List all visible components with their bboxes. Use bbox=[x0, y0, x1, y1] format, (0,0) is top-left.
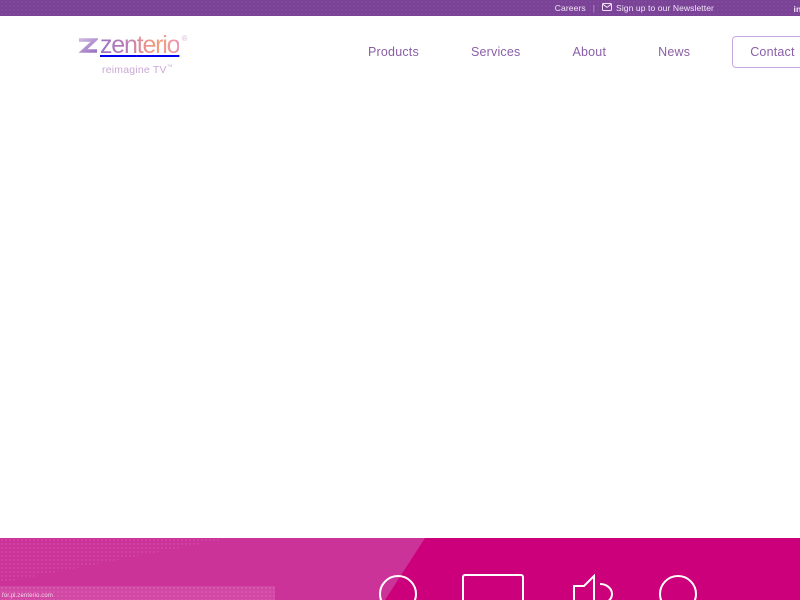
topbar-separator: | bbox=[592, 2, 596, 13]
logo-wordmark: zenterio ® bbox=[100, 31, 188, 59]
band-icon-row bbox=[378, 574, 800, 600]
status-url-text: for.pl.zenterio.com bbox=[2, 593, 53, 599]
registered-mark: ® bbox=[181, 34, 188, 43]
social-links: in bbox=[793, 0, 800, 16]
newsletter-signup[interactable]: Sign up to our Newsletter bbox=[602, 3, 714, 13]
zenterio-mark-icon bbox=[78, 36, 100, 60]
linkedin-icon[interactable]: in bbox=[793, 3, 800, 14]
nav-link-about[interactable]: About bbox=[546, 45, 632, 59]
main-navigation: Products Services About News Contact bbox=[360, 16, 800, 88]
nav-link-news[interactable]: News bbox=[632, 45, 716, 59]
band-dot-texture bbox=[0, 538, 230, 583]
circle-outline-icon bbox=[378, 574, 418, 600]
envelope-icon bbox=[602, 3, 613, 13]
logo-home-link[interactable]: zenterio ® reimagine TV™ bbox=[78, 33, 198, 78]
logo-word-zen: zen bbox=[100, 31, 137, 59]
circle-outline-icon-2 bbox=[658, 574, 698, 600]
careers-link[interactable]: Careers bbox=[555, 4, 586, 13]
contact-button[interactable]: Contact bbox=[732, 36, 800, 68]
footer-hero-band: for.pl.zenterio.com bbox=[0, 538, 800, 600]
nav-link-services[interactable]: Services bbox=[445, 45, 547, 59]
nav-link-products[interactable]: Products bbox=[360, 45, 445, 59]
main-content-area bbox=[0, 88, 800, 538]
logo-word-terio: terio bbox=[136, 31, 180, 59]
svg-text:in: in bbox=[794, 4, 800, 14]
tagline-text: reimagine TV bbox=[102, 64, 167, 76]
logo-tagline: reimagine TV™ bbox=[102, 64, 173, 76]
site-header: zenterio ® reimagine TV™ Products Service… bbox=[0, 16, 800, 88]
trademark-mark: ™ bbox=[166, 64, 173, 71]
tv-outline-icon bbox=[462, 574, 524, 600]
newsletter-link[interactable]: Sign up to our Newsletter bbox=[616, 4, 714, 13]
speaker-outline-icon bbox=[568, 574, 614, 600]
top-utility-bar: Careers | Sign up to our Newsletter in bbox=[0, 0, 800, 16]
